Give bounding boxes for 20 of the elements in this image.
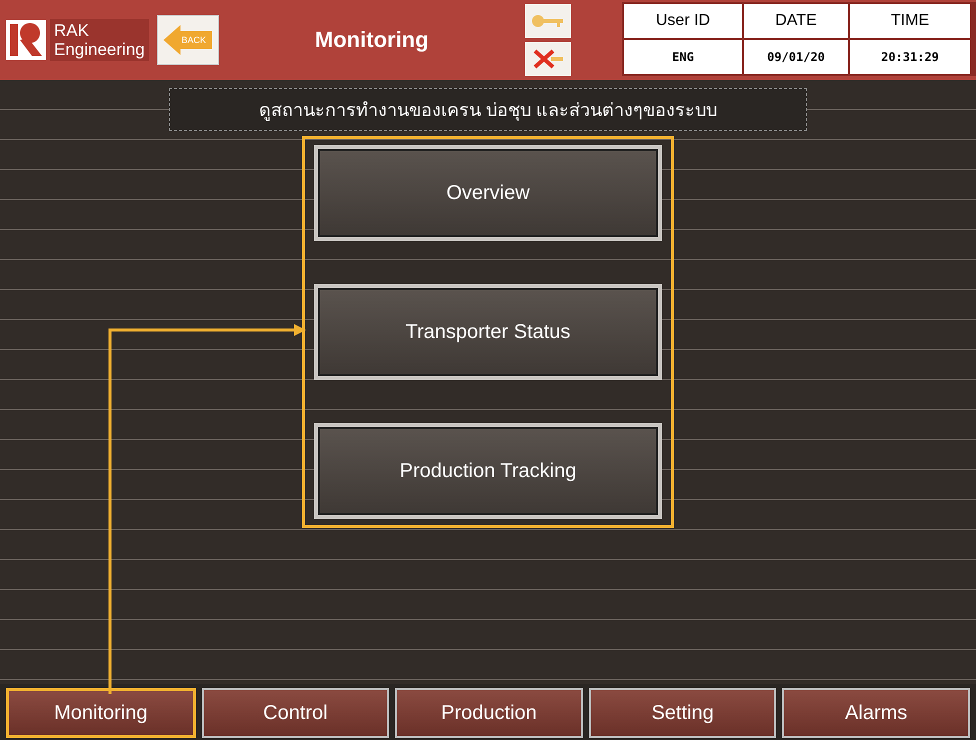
table-cell: 09/01/20: [744, 40, 848, 74]
nav-tab[interactable]: Setting: [588, 688, 776, 738]
nav-tab[interactable]: Monitoring: [6, 688, 196, 738]
logout-button[interactable]: [524, 42, 571, 76]
menu-button[interactable]: Production Tracking: [314, 423, 662, 519]
column-header: TIME: [850, 4, 970, 38]
menu-button[interactable]: Overview: [314, 145, 662, 241]
description-text: ดูสถานะการทำงานของเครน บ่อชุบ และส่วนต่างๆของระบบ: [169, 88, 807, 131]
table-cell: ENG: [624, 40, 742, 74]
nav-tab[interactable]: Alarms: [782, 688, 970, 738]
logo-icon: [6, 20, 46, 60]
brand-name: RAK Engineering: [50, 19, 149, 61]
nav-tab[interactable]: Production: [395, 688, 583, 738]
table-cell: 20:31:29: [850, 40, 970, 74]
menu-button[interactable]: Transporter Status: [314, 284, 662, 380]
column-header: User ID: [624, 4, 742, 38]
column-header: DATE: [744, 4, 848, 38]
nav-tab[interactable]: Control: [202, 688, 390, 738]
screen-title: Monitoring: [314, 27, 430, 53]
key-icon: [530, 14, 565, 28]
